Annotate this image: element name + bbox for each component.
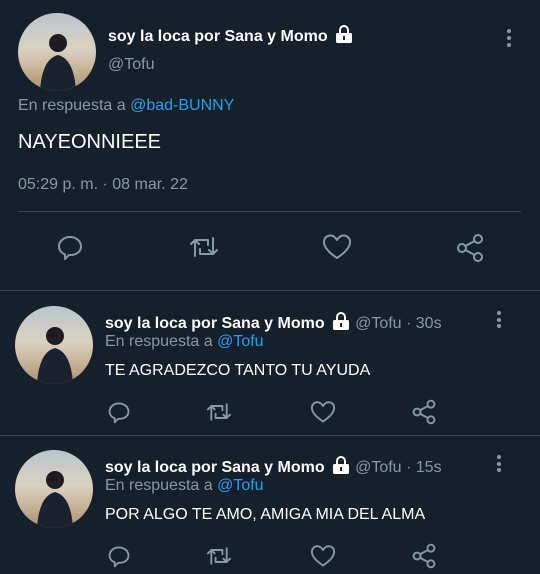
display-name[interactable]: soy la loca por Sana y Momo [108, 25, 354, 48]
retweet-icon [190, 237, 218, 257]
share-button[interactable] [411, 543, 437, 569]
like-button[interactable] [310, 544, 336, 568]
more-icon[interactable] [506, 29, 512, 47]
share-button[interactable] [411, 399, 437, 425]
like-button[interactable] [322, 233, 352, 261]
tweet-text: NAYEONNIEEE [18, 131, 161, 153]
reply-to-link[interactable]: @Tofu [217, 477, 263, 494]
tweet-timestamp[interactable]: 05:29 p. m. · 08 mar. 22 [18, 176, 188, 194]
retweet-button[interactable] [205, 544, 233, 568]
reply-icon [108, 402, 130, 424]
retweet-button[interactable] [188, 233, 220, 261]
display-name[interactable]: soy la loca por Sana y Momo [105, 459, 325, 476]
avatar[interactable] [18, 13, 96, 91]
tweet-text: POR ALGO TE AMO, AMIGA MIA DEL ALMA [105, 506, 426, 523]
lock-icon [334, 25, 354, 48]
like-icon [323, 234, 351, 259]
reply-header: soy la loca por Sana y Momo @Tofu · 15s [105, 456, 442, 479]
reply-context: En respuesta a @bad-BUNNY [18, 97, 234, 115]
reply-icon [108, 546, 130, 568]
share-icon [457, 234, 483, 262]
reply-icon [58, 236, 82, 260]
divider [18, 211, 521, 212]
retweet-icon [206, 547, 232, 565]
reply-to-link[interactable]: @Tofu [217, 333, 263, 350]
reply-button[interactable] [107, 544, 131, 568]
retweet-button[interactable] [205, 400, 233, 424]
tweet-separator [0, 290, 540, 291]
avatar[interactable] [15, 450, 93, 528]
reply-context: En respuesta a @Tofu [105, 333, 264, 351]
reply-prefix: En respuesta a [18, 97, 126, 114]
lock-icon [331, 312, 351, 335]
reply-button[interactable] [56, 233, 84, 261]
reply-context: En respuesta a @Tofu [105, 477, 264, 495]
retweet-icon [206, 403, 232, 421]
more-icon[interactable] [496, 311, 502, 328]
share-icon [412, 399, 436, 425]
display-name[interactable]: soy la loca por Sana y Momo [105, 315, 325, 332]
share-button[interactable] [455, 233, 485, 263]
handle-timestamp[interactable]: @Tofu · 15s [355, 459, 442, 476]
reply-prefix: En respuesta a [105, 477, 213, 494]
like-icon [310, 545, 336, 567]
more-icon[interactable] [496, 455, 502, 472]
handle-timestamp[interactable]: @Tofu · 30s [355, 315, 442, 332]
reply-header: soy la loca por Sana y Momo @Tofu · 30s [105, 312, 442, 335]
reply-to-link[interactable]: @bad-BUNNY [130, 97, 234, 114]
display-name-text: soy la loca por Sana y Momo [108, 28, 328, 45]
share-icon [412, 543, 436, 569]
like-button[interactable] [310, 400, 336, 424]
tweet-separator [0, 435, 540, 436]
tweet-text: TE AGRADEZCO TANTO TU AYUDA [105, 362, 371, 379]
reply-button[interactable] [107, 400, 131, 424]
handle[interactable]: @Tofu [108, 56, 154, 74]
reply-prefix: En respuesta a [105, 333, 213, 350]
like-icon [310, 401, 336, 423]
avatar[interactable] [15, 306, 93, 384]
lock-icon [331, 456, 351, 479]
